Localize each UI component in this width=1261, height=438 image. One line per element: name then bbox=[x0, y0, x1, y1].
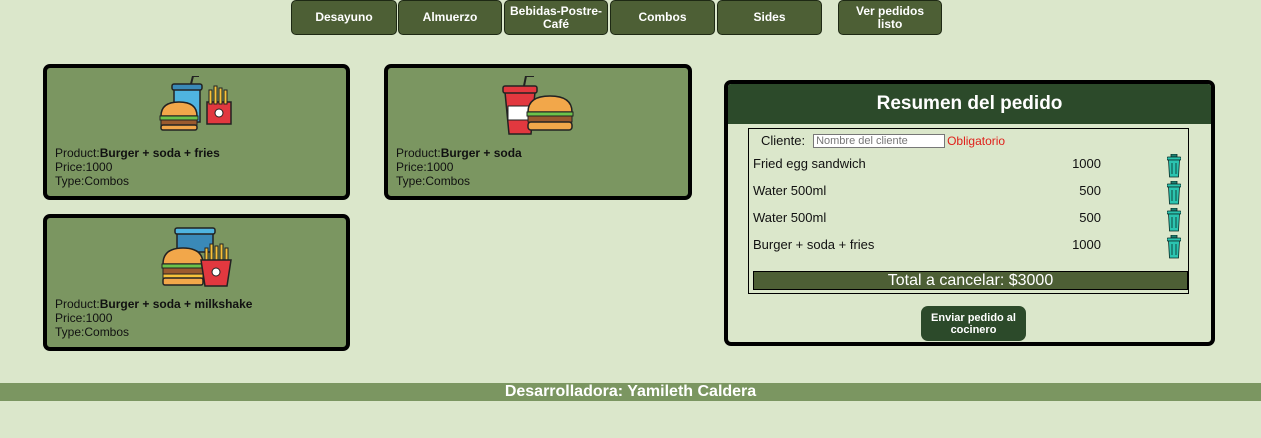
trash-icon[interactable] bbox=[1167, 181, 1181, 205]
nav-button-almuerzo[interactable]: Almuerzo bbox=[398, 0, 502, 35]
product-label: Product: bbox=[55, 146, 100, 160]
footer-credit: Desarrolladora: Yamileth Caldera bbox=[0, 383, 1261, 401]
product-type: Type:Combos bbox=[55, 174, 130, 188]
nav-button-desayuno[interactable]: Desayuno bbox=[291, 0, 397, 35]
order-item-name: Water 500ml bbox=[753, 183, 827, 198]
summary-title: Resumen del pedido bbox=[728, 84, 1211, 124]
product-label: Product: bbox=[396, 146, 441, 160]
product-info: Product:Burger + soda + fries Price:1000… bbox=[55, 146, 220, 188]
product-type: Type:Combos bbox=[55, 325, 130, 339]
order-item: Water 500ml 500 bbox=[753, 208, 1185, 232]
nav-button-sides[interactable]: Sides bbox=[717, 0, 822, 35]
order-item-price: 1000 bbox=[1072, 156, 1101, 171]
burger-soda-icon bbox=[388, 76, 688, 138]
client-name-input[interactable] bbox=[813, 133, 946, 148]
order-item: Burger + soda + fries 1000 bbox=[753, 235, 1185, 259]
product-info: Product:Burger + soda Price:1000 Type:Co… bbox=[396, 146, 522, 188]
client-label: Cliente: bbox=[761, 133, 806, 148]
product-label: Product: bbox=[55, 297, 100, 311]
order-item-price: 500 bbox=[1079, 183, 1101, 198]
order-summary: Resumen del pedido Cliente: Obligatorio … bbox=[724, 80, 1215, 346]
order-item: Water 500ml 500 bbox=[753, 181, 1185, 205]
trash-icon[interactable] bbox=[1167, 235, 1181, 259]
product-name: Burger + soda + milkshake bbox=[99, 297, 253, 311]
required-label: Obligatorio bbox=[947, 133, 1006, 148]
trash-icon[interactable] bbox=[1167, 208, 1181, 232]
product-type: Type:Combos bbox=[396, 174, 471, 188]
nav-button-combos[interactable]: Combos bbox=[610, 0, 715, 35]
order-item-price: 500 bbox=[1079, 210, 1101, 225]
burger-soda-fries-icon bbox=[47, 76, 346, 138]
product-card[interactable]: Product:Burger + soda + fries Price:1000… bbox=[43, 64, 350, 200]
product-name: Burger + soda + fries bbox=[99, 146, 220, 160]
client-row: Cliente: Obligatorio bbox=[761, 133, 1005, 148]
product-info: Product:Burger + soda + milkshake Price:… bbox=[55, 297, 252, 339]
order-item: Fried egg sandwich 1000 bbox=[753, 154, 1185, 178]
product-price: Price:1000 bbox=[55, 160, 113, 174]
order-item-name: Burger + soda + fries bbox=[753, 237, 875, 252]
order-total: Total a cancelar: $3000 bbox=[753, 271, 1188, 290]
nav-button-ver-pedidos[interactable]: Ver pedidos listo bbox=[838, 0, 942, 35]
nav-button-bebidas[interactable]: Bebidas-Postre-Café bbox=[504, 0, 608, 35]
order-item-price: 1000 bbox=[1072, 237, 1101, 252]
send-order-button[interactable]: Enviar pedido al cocinero bbox=[921, 306, 1026, 341]
trash-icon[interactable] bbox=[1167, 154, 1181, 178]
category-nav: Desayuno Almuerzo Bebidas-Postre-Café Co… bbox=[0, 0, 1261, 36]
order-item-name: Fried egg sandwich bbox=[753, 156, 866, 171]
product-price: Price:1000 bbox=[55, 311, 113, 325]
product-card[interactable]: Product:Burger + soda Price:1000 Type:Co… bbox=[384, 64, 692, 200]
product-card[interactable]: Product:Burger + soda + milkshake Price:… bbox=[43, 214, 350, 351]
product-price: Price:1000 bbox=[396, 160, 454, 174]
order-list: Cliente: Obligatorio Fried egg sandwich … bbox=[748, 128, 1189, 294]
product-name: Burger + soda bbox=[440, 146, 522, 160]
order-item-name: Water 500ml bbox=[753, 210, 827, 225]
burger-milkshake-fries-icon bbox=[47, 226, 346, 288]
